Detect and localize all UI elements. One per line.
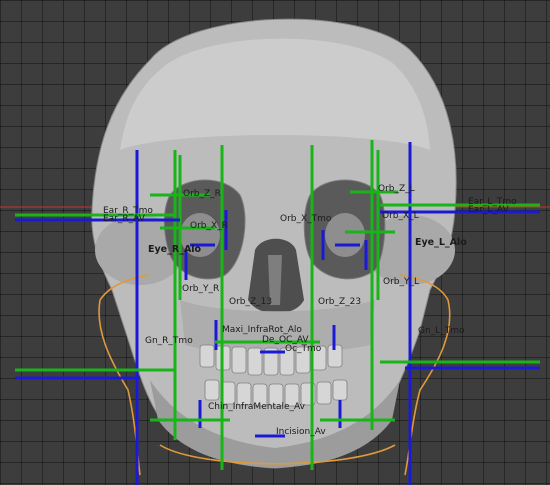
- 3d-viewport[interactable]: Ear_R_Tmo Ear_R_AV Ear_L_Tmo Ear_L_AV Or…: [0, 0, 550, 485]
- label-gn-l-tmo: Gn_L_Tmo: [418, 326, 465, 336]
- label-orb-z-23: Orb_Z_23: [318, 297, 362, 307]
- label-orb-x-tmo: Orb_X_Tmo: [280, 214, 332, 224]
- label-chin-infra: Chin_InfraMentale_Av: [208, 402, 305, 412]
- label-orb-z-l: Orb_Z_L: [378, 184, 415, 194]
- label-oc-tmo: Oc_Tmo: [285, 344, 322, 354]
- label-orb-x-r: Orb_X_R: [190, 221, 228, 231]
- label-orb-y-r: Orb_Y_R: [182, 284, 220, 294]
- skull-model[interactable]: [91, 18, 457, 469]
- label-orb-y-l: Orb_Y_L: [383, 277, 420, 287]
- label-gn-r-tmo: Gn_R_Tmo: [145, 336, 193, 346]
- scene-canvas[interactable]: [0, 0, 550, 485]
- label-incision: Incision_Av: [276, 427, 326, 437]
- label-eye-r-alo: Eye_R_Alo: [148, 244, 202, 255]
- label-orb-x-l: Orb_X_L: [382, 211, 419, 221]
- label-ear-l-av: Ear_L_AV: [468, 205, 509, 215]
- label-orb-z-13: Orb_Z_13: [229, 297, 273, 307]
- label-ear-r-av: Ear_R_AV: [103, 214, 145, 224]
- label-orb-z-r: Orb_Z_R: [183, 189, 221, 199]
- label-maxi-infrarot: Maxi_InfraRot_Alo: [222, 325, 302, 335]
- label-eye-l-alo: Eye_L_Alo: [415, 237, 467, 248]
